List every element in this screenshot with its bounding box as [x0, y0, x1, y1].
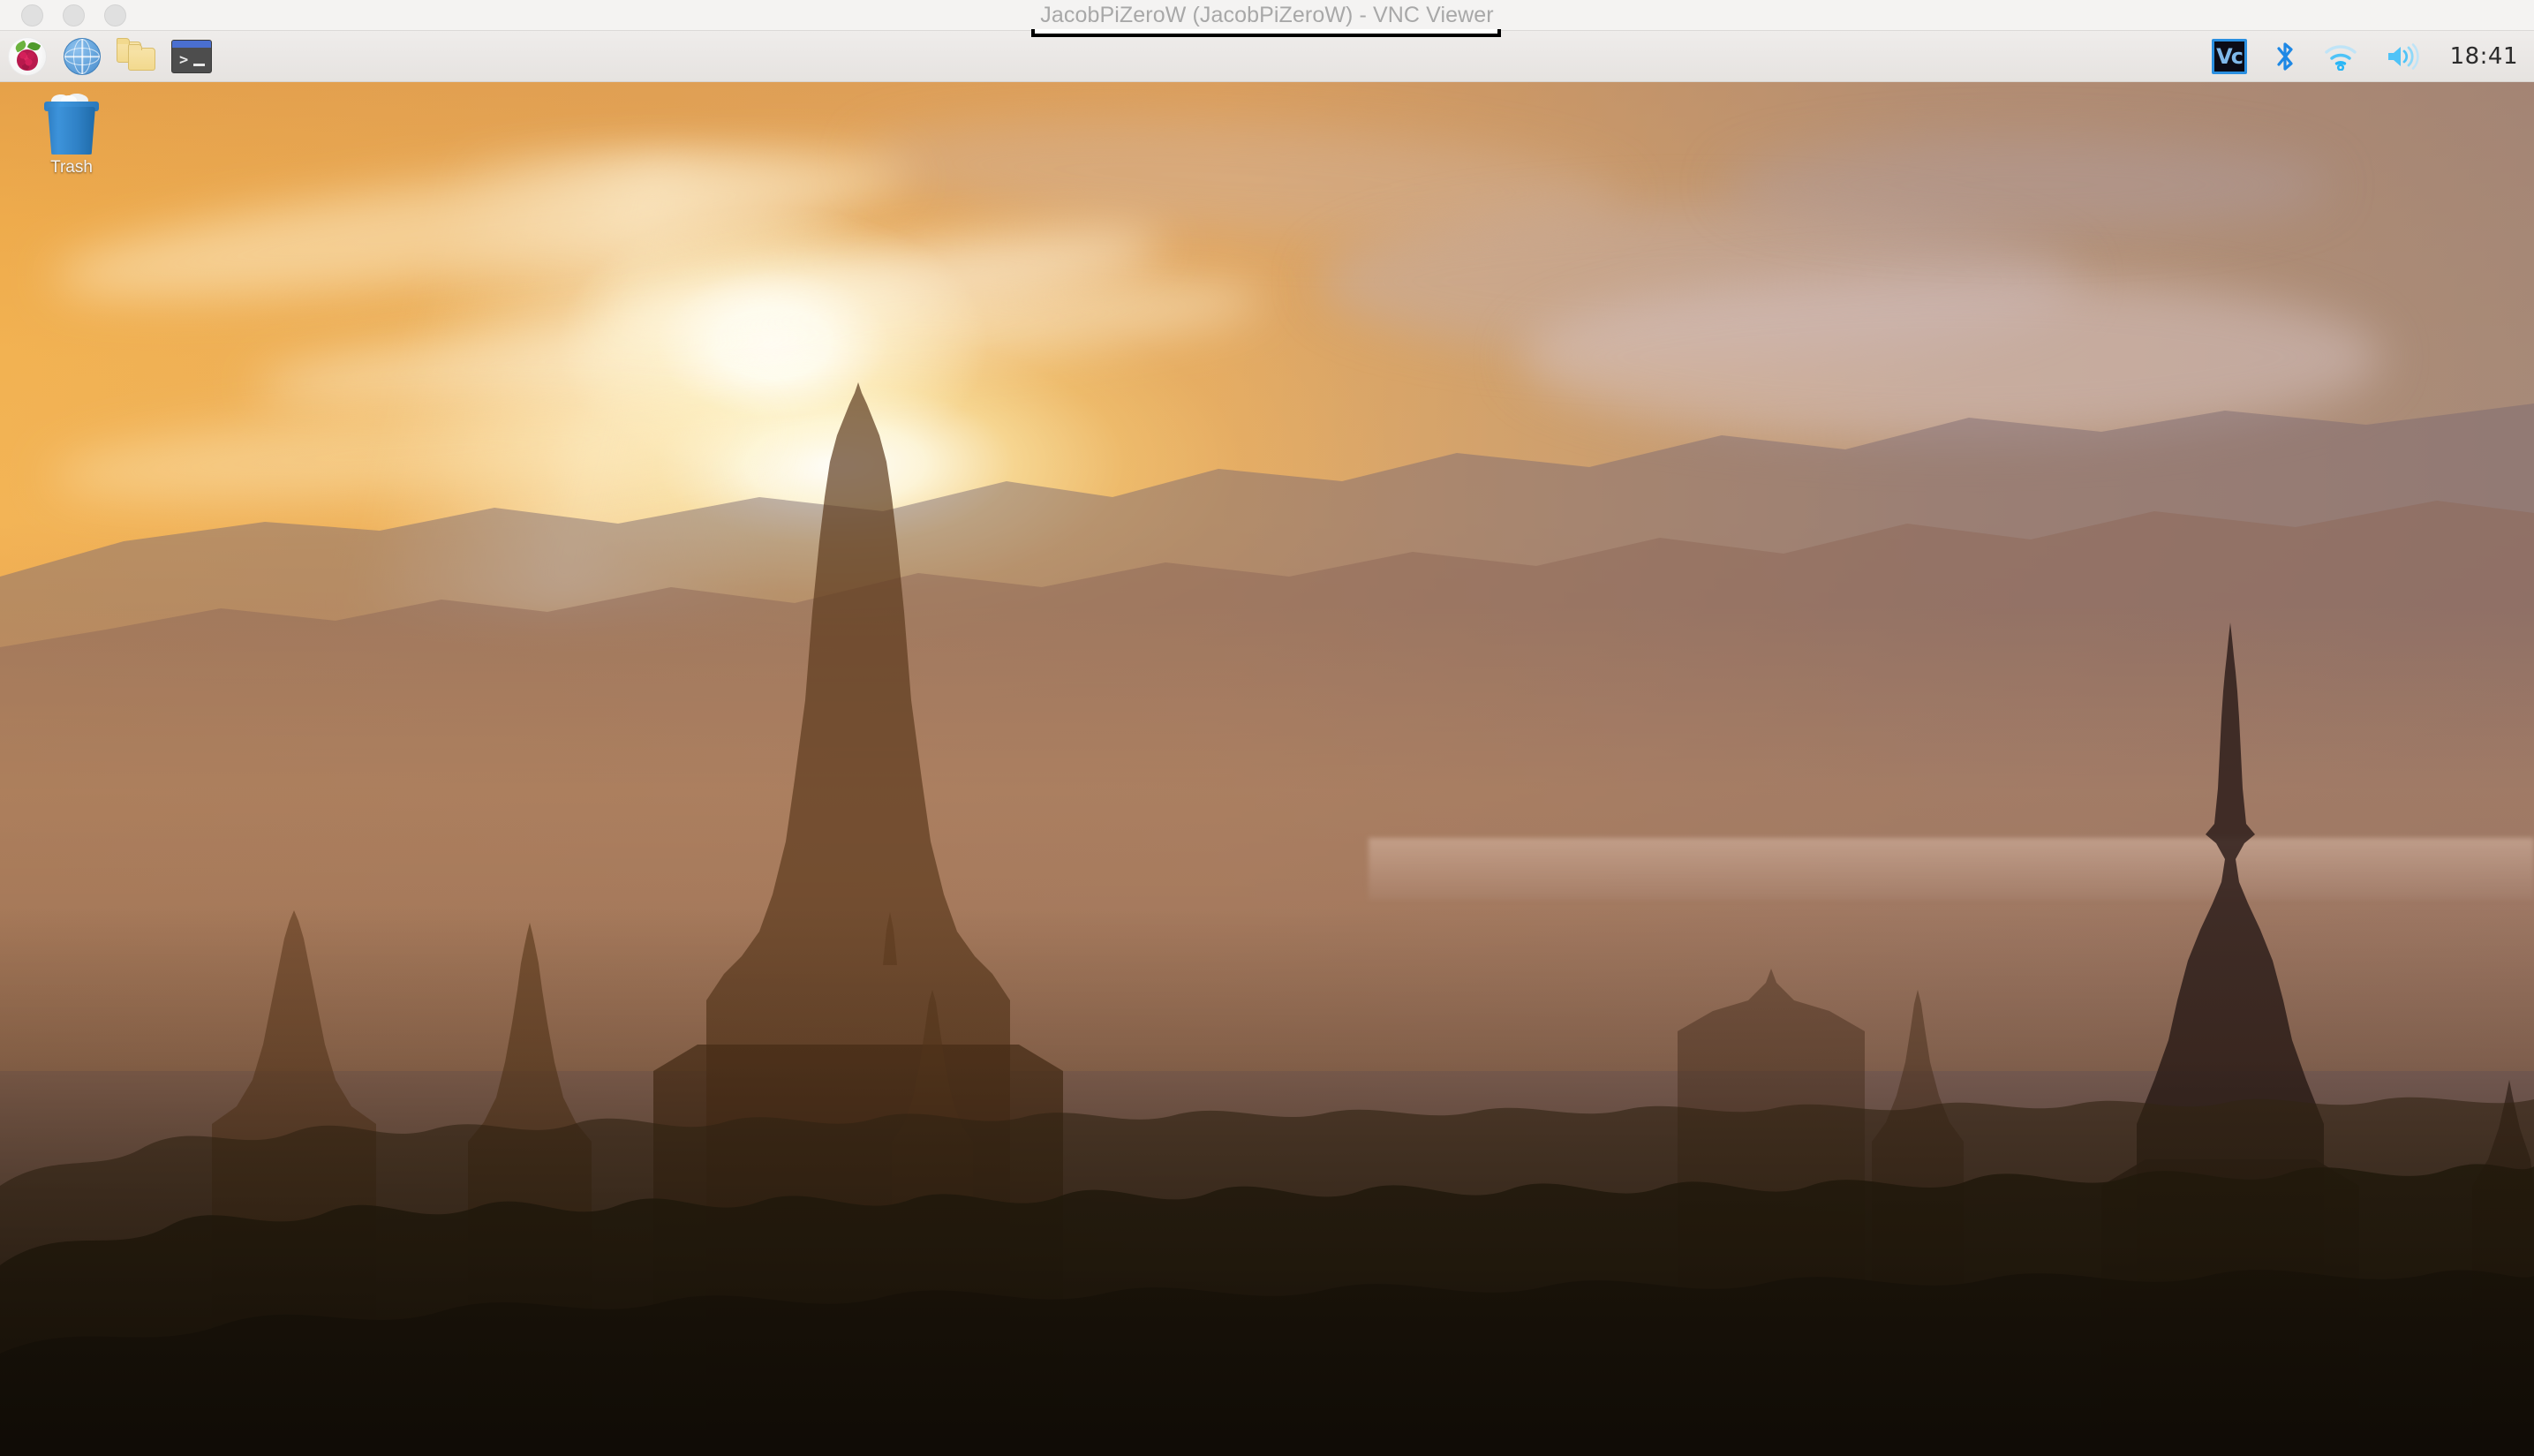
terminal-button[interactable]: > [164, 31, 219, 82]
raspberry-pi-menu-icon [8, 37, 47, 76]
raspberry-pi-taskbar: > Vc 18:41 [0, 31, 2534, 82]
taskbar-launcher-group: > [0, 31, 219, 82]
taskbar-clock[interactable]: 18:41 [2447, 43, 2518, 70]
desktop-wallpaper[interactable]: Trash [0, 82, 2534, 1456]
wallpaper-vignette [0, 906, 2534, 1456]
window-titlebar: JacobPiZeroW (JacobPiZeroW) - VNC Viewer [0, 0, 2534, 31]
raspberry-pi-menu-button[interactable] [0, 31, 55, 82]
volume-icon[interactable] [2385, 42, 2420, 71]
vnc-toolbar-handle[interactable] [1031, 29, 1501, 37]
trash-can-glyph [42, 92, 101, 155]
trash-icon-label: Trash [50, 158, 93, 177]
window-title: JacobPiZeroW (JacobPiZeroW) - VNC Viewer [1040, 3, 1494, 27]
vnc-server-icon[interactable]: Vc [2211, 39, 2247, 74]
taskbar-system-tray: Vc 18:41 [2211, 31, 2518, 82]
bluetooth-icon[interactable] [2274, 39, 2296, 74]
file-manager-button[interactable] [109, 31, 164, 82]
file-manager-icon [117, 38, 157, 73]
terminal-icon: > [171, 40, 212, 73]
trash-icon[interactable]: Trash [22, 92, 121, 197]
web-browser-button[interactable] [55, 31, 109, 82]
wifi-icon[interactable] [2323, 42, 2358, 71]
web-browser-icon [64, 38, 101, 75]
